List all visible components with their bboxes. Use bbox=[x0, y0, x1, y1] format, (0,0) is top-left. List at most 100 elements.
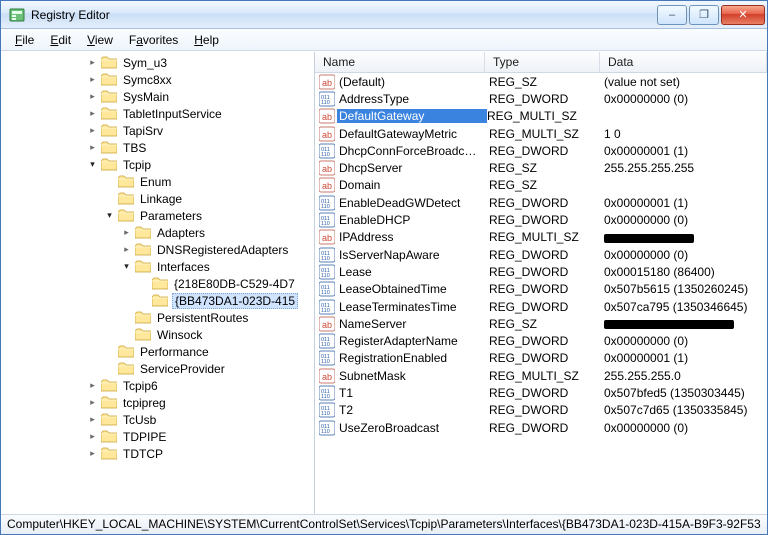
list-pane[interactable]: Name Type Data (Default)REG_SZ(value not… bbox=[315, 52, 767, 514]
maximize-button[interactable]: ❐ bbox=[689, 5, 719, 25]
tree-item[interactable]: PersistentRoutes bbox=[1, 309, 314, 326]
tree-label[interactable]: TcUsb bbox=[121, 413, 158, 427]
tree-label[interactable]: Tcpip bbox=[121, 158, 153, 172]
tree-item[interactable]: Enum bbox=[1, 173, 314, 190]
value-row[interactable]: RegistrationEnabledREG_DWORD0x00000001 (… bbox=[315, 350, 767, 367]
menu-help[interactable]: Help bbox=[186, 31, 227, 49]
tree-label[interactable]: Interfaces bbox=[155, 260, 212, 274]
tree-label[interactable]: Sym_u3 bbox=[121, 56, 169, 70]
tree-label[interactable]: TapiSrv bbox=[121, 124, 165, 138]
value-row[interactable]: RegisterAdapterNameREG_DWORD0x00000000 (… bbox=[315, 332, 767, 349]
tree-item[interactable]: ▸ Sym_u3 bbox=[1, 54, 314, 71]
collapse-icon[interactable]: ▾ bbox=[120, 260, 133, 273]
expand-icon[interactable]: ▸ bbox=[86, 56, 99, 69]
value-row[interactable]: DhcpConnForceBroadcastF...REG_DWORD0x000… bbox=[315, 142, 767, 159]
value-row[interactable]: UseZeroBroadcastREG_DWORD0x00000000 (0) bbox=[315, 419, 767, 436]
tree-item[interactable]: ▸ SysMain bbox=[1, 88, 314, 105]
expand-icon[interactable]: ▸ bbox=[86, 90, 99, 103]
tree-label[interactable]: TDPIPE bbox=[121, 430, 168, 444]
value-row[interactable]: NameServerREG_SZ bbox=[315, 315, 767, 332]
tree-label[interactable]: Performance bbox=[138, 345, 211, 359]
menu-file[interactable]: File bbox=[7, 31, 42, 49]
tree-label[interactable]: TBS bbox=[121, 141, 148, 155]
tree-item[interactable]: ▸ TabletInputService bbox=[1, 105, 314, 122]
tree-item[interactable]: ▸ Adapters bbox=[1, 224, 314, 241]
value-row[interactable]: AddressTypeREG_DWORD0x00000000 (0) bbox=[315, 90, 767, 107]
column-headers[interactable]: Name Type Data bbox=[315, 52, 767, 73]
collapse-icon[interactable]: ▾ bbox=[86, 158, 99, 171]
col-name[interactable]: Name bbox=[315, 52, 485, 72]
tree-item[interactable]: ▾Parameters bbox=[1, 207, 314, 224]
tree-item[interactable]: ▸ TDPIPE bbox=[1, 428, 314, 445]
expand-icon[interactable]: ▸ bbox=[86, 141, 99, 154]
expand-icon[interactable]: ▸ bbox=[86, 413, 99, 426]
value-row[interactable]: DhcpServerREG_SZ255.255.255.255 bbox=[315, 159, 767, 176]
tree-label[interactable]: {BB473DA1-023D-415 bbox=[172, 293, 298, 309]
expand-icon[interactable]: ▸ bbox=[86, 396, 99, 409]
tree-label[interactable]: Adapters bbox=[155, 226, 207, 240]
tree-label[interactable]: Symc8xx bbox=[121, 73, 174, 87]
tree-item[interactable]: ▸ TBS bbox=[1, 139, 314, 156]
menu-favorites[interactable]: Favorites bbox=[121, 31, 186, 49]
menu-edit[interactable]: Edit bbox=[42, 31, 79, 49]
tree-item[interactable]: ▸ DNSRegisteredAdapters bbox=[1, 241, 314, 258]
value-row[interactable]: T1REG_DWORD0x507bfed5 (1350303445) bbox=[315, 384, 767, 401]
value-row[interactable]: DefaultGatewayREG_MULTI_SZ bbox=[315, 108, 767, 125]
expand-icon[interactable]: ▸ bbox=[86, 124, 99, 137]
tree-label[interactable]: SysMain bbox=[121, 90, 171, 104]
expand-icon[interactable]: ▸ bbox=[86, 107, 99, 120]
close-button[interactable]: ✕ bbox=[721, 5, 765, 25]
tree-item[interactable]: ▸ TDTCP bbox=[1, 445, 314, 462]
tree-item[interactable]: Winsock bbox=[1, 326, 314, 343]
menu-view[interactable]: View bbox=[79, 31, 121, 49]
value-row[interactable]: IsServerNapAwareREG_DWORD0x00000000 (0) bbox=[315, 246, 767, 263]
tree-item[interactable]: {218E80DB-C529-4D7 bbox=[1, 275, 314, 292]
value-row[interactable]: DefaultGatewayMetricREG_MULTI_SZ1 0 bbox=[315, 125, 767, 142]
tree-label[interactable]: TDTCP bbox=[121, 447, 165, 461]
value-row[interactable]: DomainREG_SZ bbox=[315, 177, 767, 194]
registry-tree[interactable]: ▸ Sym_u3 ▸ Symc8xx ▸ SysMain ▸ TabletInputServi… bbox=[1, 52, 314, 462]
tree-item[interactable]: ▾ Interfaces bbox=[1, 258, 314, 275]
tree-label[interactable]: ServiceProvider bbox=[138, 362, 227, 376]
tree-label[interactable]: PersistentRoutes bbox=[155, 311, 250, 325]
tree-label[interactable]: Enum bbox=[138, 175, 173, 189]
tree-label[interactable]: TabletInputService bbox=[121, 107, 224, 121]
value-row[interactable]: LeaseREG_DWORD0x00015180 (86400) bbox=[315, 263, 767, 280]
tree-item[interactable]: Linkage bbox=[1, 190, 314, 207]
col-type[interactable]: Type bbox=[485, 52, 600, 72]
tree-item[interactable]: ServiceProvider bbox=[1, 360, 314, 377]
tree-label[interactable]: Winsock bbox=[155, 328, 204, 342]
expand-icon[interactable]: ▸ bbox=[120, 226, 133, 239]
tree-item[interactable]: Performance bbox=[1, 343, 314, 360]
tree-label[interactable]: tcpipreg bbox=[121, 396, 168, 410]
tree-item[interactable]: ▸ tcpipreg bbox=[1, 394, 314, 411]
tree-item[interactable]: ▸ Tcpip6 bbox=[1, 377, 314, 394]
minimize-button[interactable]: – bbox=[657, 5, 687, 25]
value-row[interactable]: LeaseObtainedTimeREG_DWORD0x507b5615 (13… bbox=[315, 281, 767, 298]
tree-pane[interactable]: ▸ Sym_u3 ▸ Symc8xx ▸ SysMain ▸ TabletInputServi… bbox=[1, 52, 315, 514]
tree-label[interactable]: Tcpip6 bbox=[121, 379, 160, 393]
tree-label[interactable]: {218E80DB-C529-4D7 bbox=[172, 277, 297, 291]
tree-item[interactable]: ▸ TcUsb bbox=[1, 411, 314, 428]
tree-item[interactable]: ▸ Symc8xx bbox=[1, 71, 314, 88]
expand-icon[interactable]: ▸ bbox=[120, 243, 133, 256]
value-row[interactable]: T2REG_DWORD0x507c7d65 (1350335845) bbox=[315, 402, 767, 419]
tree-label[interactable]: DNSRegisteredAdapters bbox=[155, 243, 290, 257]
value-row[interactable]: SubnetMaskREG_MULTI_SZ255.255.255.0 bbox=[315, 367, 767, 384]
expand-icon[interactable]: ▸ bbox=[86, 379, 99, 392]
expand-icon[interactable]: ▸ bbox=[86, 430, 99, 443]
tree-item[interactable]: ▾ Tcpip bbox=[1, 156, 314, 173]
tree-label[interactable]: Linkage bbox=[138, 192, 184, 206]
collapse-icon[interactable]: ▾ bbox=[103, 209, 116, 222]
value-row[interactable]: IPAddressREG_MULTI_SZ bbox=[315, 229, 767, 246]
title-bar[interactable]: Registry Editor – ❐ ✕ bbox=[1, 1, 767, 29]
tree-item[interactable]: {BB473DA1-023D-415 bbox=[1, 292, 314, 309]
value-row[interactable]: EnableDHCPREG_DWORD0x00000000 (0) bbox=[315, 211, 767, 228]
tree-item[interactable]: ▸ TapiSrv bbox=[1, 122, 314, 139]
value-row[interactable]: LeaseTerminatesTimeREG_DWORD0x507ca795 (… bbox=[315, 298, 767, 315]
value-row[interactable]: (Default)REG_SZ(value not set) bbox=[315, 73, 767, 90]
expand-icon[interactable]: ▸ bbox=[86, 447, 99, 460]
value-row[interactable]: EnableDeadGWDetectREG_DWORD0x00000001 (1… bbox=[315, 194, 767, 211]
expand-icon[interactable]: ▸ bbox=[86, 73, 99, 86]
value-list[interactable]: (Default)REG_SZ(value not set)AddressTyp… bbox=[315, 73, 767, 436]
